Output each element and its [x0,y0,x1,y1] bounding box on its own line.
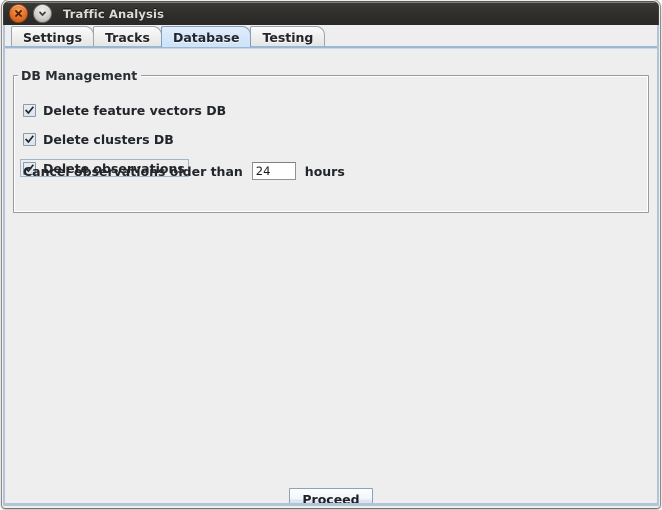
checkbox-label-delete-clusters: Delete clusters DB [43,131,174,147]
window-title: Traffic Analysis [63,6,165,21]
checkbox-delete-feature-vectors[interactable] [23,103,36,117]
close-x-glyph [15,10,22,17]
tab-content-database: DB Management Delete feature vectors DB [5,49,657,503]
hours-input[interactable] [251,162,296,180]
cancel-observations-row: Cancel observations older than hours [23,161,345,181]
titlebar-glow [4,2,658,3]
title-bar: Traffic Analysis [3,1,659,25]
check-mark-icon [25,134,34,143]
tab-tracks[interactable]: Tracks [93,26,162,47]
tab-tracks-label: Tracks [105,29,150,45]
close-circle-icon[interactable] [9,4,28,23]
proceed-button[interactable]: Proceed [289,488,373,503]
tab-testing[interactable]: Testing [250,26,326,47]
tab-settings[interactable]: Settings [11,26,95,47]
tab-database[interactable]: Database [160,26,252,47]
checkbox-label-delete-feature-vectors: Delete feature vectors DB [43,102,227,118]
tab-database-label: Database [172,29,240,45]
window-client-area: Settings Tracks Database Testing DB Mana… [3,25,659,506]
chevron-down-circle-icon[interactable] [33,4,52,23]
checkbox-row-delete-feature-vectors[interactable]: Delete feature vectors DB [23,101,226,119]
tab-bar: Settings Tracks Database Testing [5,25,657,47]
check-mark-icon [25,105,34,114]
chevron-down-glyph [39,11,46,16]
cancel-observations-label: Cancel observations older than [23,163,243,179]
application-window: Traffic Analysis Settings Tracks Databas… [0,0,662,510]
db-management-legend: DB Management [18,68,142,83]
client-inner: Settings Tracks Database Testing DB Mana… [5,25,657,503]
checkbox-delete-clusters[interactable] [23,132,36,146]
hours-unit-label: hours [304,163,345,179]
tab-testing-label: Testing [262,29,314,45]
checkbox-row-delete-clusters[interactable]: Delete clusters DB [23,130,174,148]
tab-settings-label: Settings [23,29,83,45]
